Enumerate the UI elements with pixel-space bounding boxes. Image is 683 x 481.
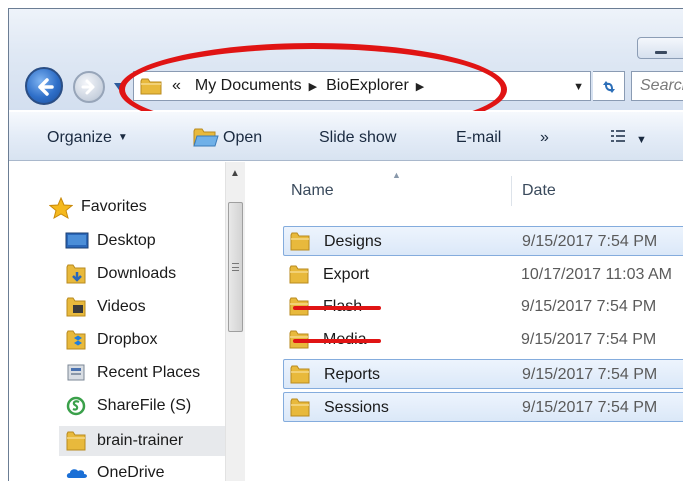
minimize-button[interactable] xyxy=(637,37,683,59)
column-header-date[interactable]: Date xyxy=(522,182,556,200)
nav-favorites[interactable]: Favorites xyxy=(48,194,147,220)
forward-button[interactable] xyxy=(73,71,105,103)
file-name: Designs xyxy=(324,233,382,250)
nav-item-onedrive[interactable]: OneDrive xyxy=(65,460,165,481)
nav-item-label: OneDrive xyxy=(97,464,165,481)
folder-icon xyxy=(290,232,310,251)
back-arrow-icon xyxy=(38,78,54,96)
strikethrough-annotation xyxy=(293,339,381,343)
nav-item-recent-places[interactable]: Recent Places xyxy=(65,360,200,386)
file-row-media[interactable]: Media 9/15/2017 7:54 PM xyxy=(283,325,683,355)
window-chrome: « My Documents ▶ BioExplorer ▶ ▼ xyxy=(9,9,683,136)
file-date: 9/15/2017 7:54 PM xyxy=(522,233,658,250)
breadcrumb-bioexplorer[interactable]: BioExplorer xyxy=(326,77,409,95)
grip-icon xyxy=(232,263,239,271)
column-header-name[interactable]: Name xyxy=(291,182,334,200)
onedrive-icon xyxy=(65,463,89,481)
breadcrumb-separator-icon[interactable]: ▶ xyxy=(309,80,317,93)
file-date: 9/15/2017 7:54 PM xyxy=(521,331,657,348)
navigation-pane: Favorites Desktop Downloads Videos Dropb xyxy=(9,162,249,481)
explorer-window: « My Documents ▶ BioExplorer ▶ ▼ Organiz… xyxy=(8,8,683,481)
organize-menu[interactable]: Organize ▼ xyxy=(47,129,128,147)
scroll-up-icon[interactable]: ▲ xyxy=(230,168,240,179)
file-name: Sessions xyxy=(324,399,389,416)
chevron-down-icon: ▼ xyxy=(117,132,128,143)
downloads-folder-icon xyxy=(65,264,89,284)
folder-icon xyxy=(290,398,310,417)
file-row-flash[interactable]: Flash 9/15/2017 7:54 PM xyxy=(283,292,683,322)
address-dropdown-icon[interactable]: ▼ xyxy=(573,81,584,93)
refresh-button[interactable] xyxy=(593,71,625,101)
forward-arrow-icon xyxy=(81,79,95,95)
nav-item-label: Desktop xyxy=(97,232,156,249)
breadcrumb-my-documents[interactable]: My Documents xyxy=(195,77,302,95)
file-row-reports[interactable]: Reports 9/15/2017 7:54 PM xyxy=(283,359,683,389)
back-button[interactable] xyxy=(25,67,63,105)
file-row-sessions[interactable]: Sessions 9/15/2017 7:54 PM xyxy=(283,392,683,422)
recent-pages-dropdown-icon[interactable] xyxy=(112,79,126,93)
recent-places-icon xyxy=(65,363,89,383)
refresh-icon xyxy=(603,81,615,93)
file-date: 9/15/2017 7:54 PM xyxy=(522,366,658,383)
view-options-icon[interactable] xyxy=(610,128,626,144)
nav-item-brain-trainer[interactable]: brain-trainer xyxy=(59,426,229,456)
more-commands-button[interactable]: » xyxy=(540,129,549,147)
file-date: 9/15/2017 7:54 PM xyxy=(521,298,657,315)
folder-icon xyxy=(65,431,89,451)
file-date: 9/15/2017 7:54 PM xyxy=(522,399,658,416)
slideshow-button[interactable]: Slide show xyxy=(319,129,396,147)
scrollbar-thumb[interactable] xyxy=(228,202,243,332)
command-toolbar: Organize ▼ Open Slide show E-mail » ▼ xyxy=(9,111,683,161)
search-input[interactable] xyxy=(640,77,683,95)
open-folder-icon xyxy=(193,128,219,147)
nav-item-videos[interactable]: Videos xyxy=(65,294,146,320)
nav-item-label: Recent Places xyxy=(97,364,201,381)
address-folder-icon xyxy=(140,78,162,95)
open-button[interactable]: Open xyxy=(223,129,262,147)
strikethrough-annotation xyxy=(293,306,381,310)
breadcrumb-separator-icon[interactable]: ▶ xyxy=(416,80,424,93)
file-date: 10/17/2017 11:03 AM xyxy=(521,266,672,283)
videos-folder-icon xyxy=(65,297,89,317)
email-button[interactable]: E-mail xyxy=(456,129,501,147)
address-overflow[interactable]: « xyxy=(172,77,181,95)
desktop-icon xyxy=(65,231,89,251)
nav-item-desktop[interactable]: Desktop xyxy=(65,228,156,254)
organize-label: Organize xyxy=(47,129,112,146)
file-row-designs[interactable]: Designs 9/15/2017 7:54 PM xyxy=(283,226,683,256)
nav-favorites-label: Favorites xyxy=(81,198,147,215)
nav-item-label: ShareFile (S) xyxy=(97,397,192,414)
nav-item-sharefile[interactable]: ShareFile (S) xyxy=(65,393,191,419)
nav-item-dropbox[interactable]: Dropbox xyxy=(65,327,157,353)
nav-item-label: Videos xyxy=(97,298,146,315)
file-name: Export xyxy=(323,266,370,283)
view-dropdown-icon[interactable]: ▼ xyxy=(636,134,647,146)
folder-icon xyxy=(289,265,309,284)
address-bar[interactable]: « My Documents ▶ BioExplorer ▶ ▼ xyxy=(133,71,591,101)
sharefile-icon xyxy=(65,396,89,416)
nav-pane-scrollbar[interactable]: ▲ xyxy=(225,162,245,481)
sort-ascending-icon: ▲ xyxy=(392,170,401,180)
star-icon xyxy=(48,196,74,220)
search-box[interactable] xyxy=(631,71,683,101)
file-name: Reports xyxy=(324,366,381,383)
column-divider[interactable] xyxy=(511,176,512,206)
nav-item-label: brain-trainer xyxy=(97,432,184,449)
nav-item-label: Dropbox xyxy=(97,331,158,348)
nav-item-downloads[interactable]: Downloads xyxy=(65,261,176,287)
nav-item-label: Downloads xyxy=(97,265,177,282)
file-row-export[interactable]: Export 10/17/2017 11:03 AM xyxy=(283,260,683,290)
folder-icon xyxy=(290,365,310,384)
file-list-pane: ▲ Name Date Designs 9/15/2017 7:54 PM Ex… xyxy=(249,162,683,481)
dropbox-icon xyxy=(65,330,89,350)
